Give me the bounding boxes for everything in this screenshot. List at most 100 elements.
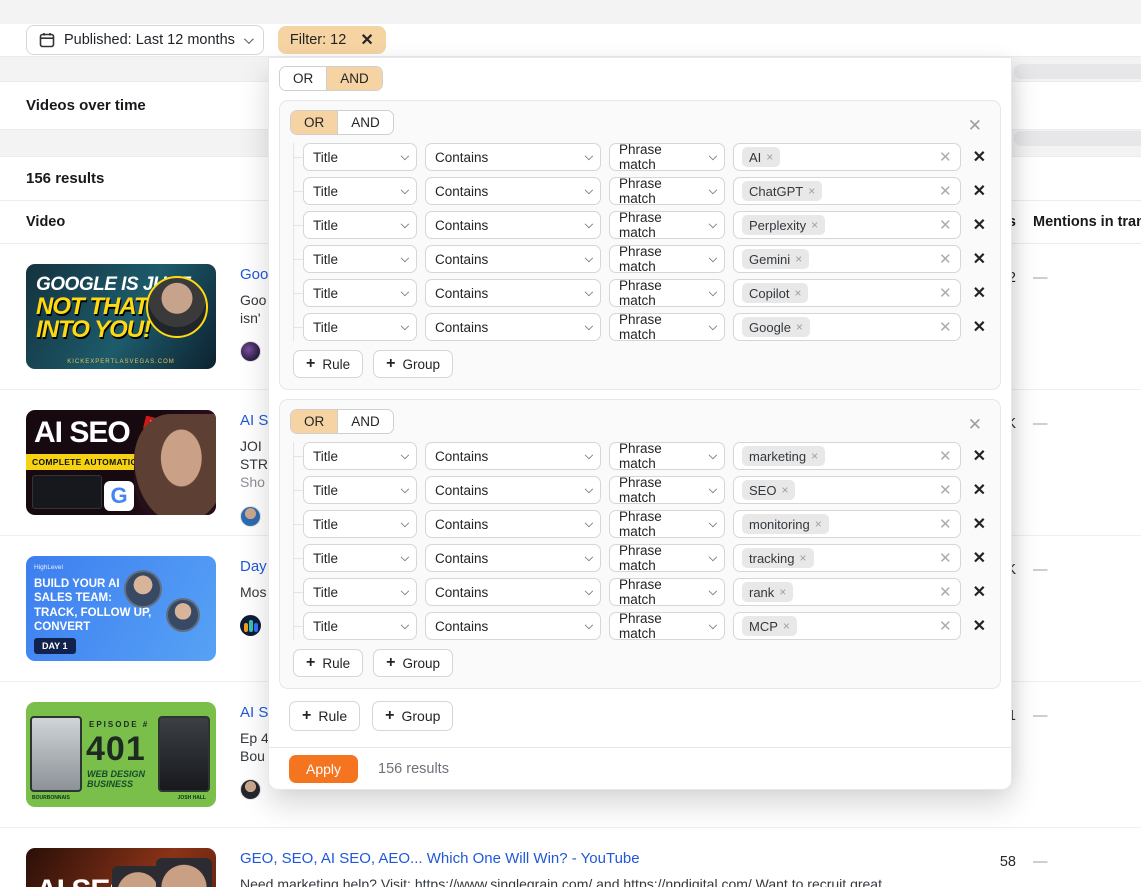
remove-tag-icon[interactable]: ×: [794, 286, 801, 300]
add-group-button[interactable]: +Group: [373, 350, 453, 378]
clear-input-icon[interactable]: ✕: [939, 583, 952, 601]
video-thumbnail[interactable]: HighLevel BUILD YOUR AI SALES TEAM: TRAC…: [26, 556, 216, 661]
field-select[interactable]: Title: [303, 245, 417, 273]
clear-input-icon[interactable]: ✕: [939, 250, 952, 268]
value-tag-input[interactable]: marketing× ✕: [733, 442, 961, 470]
clear-input-icon[interactable]: ✕: [939, 617, 952, 635]
field-select[interactable]: Title: [303, 578, 417, 606]
value-tag-input[interactable]: monitoring× ✕: [733, 510, 961, 538]
value-tag-input[interactable]: AI× ✕: [733, 143, 961, 171]
delete-rule-icon[interactable]: ✕: [969, 317, 990, 337]
video-thumbnail[interactable]: GOOGLE IS JUST NOT THAT INTO YOU! KICKEX…: [26, 264, 216, 369]
match-type-select[interactable]: Phrase match: [609, 245, 725, 273]
value-tag-input[interactable]: Google× ✕: [733, 313, 961, 341]
operator-select[interactable]: Contains: [425, 476, 601, 504]
add-rule-button[interactable]: + Rule: [289, 701, 360, 731]
delete-rule-icon[interactable]: ✕: [969, 249, 990, 269]
add-rule-button[interactable]: +Rule: [293, 350, 363, 378]
clear-input-icon[interactable]: ✕: [939, 549, 952, 567]
clear-input-icon[interactable]: ✕: [939, 481, 952, 499]
remove-tag-icon[interactable]: ×: [783, 619, 790, 633]
value-tag-input[interactable]: Copilot× ✕: [733, 279, 961, 307]
outer-and-toggle[interactable]: AND: [326, 67, 382, 90]
remove-tag-icon[interactable]: ×: [795, 252, 802, 266]
remove-tag-icon[interactable]: ×: [811, 218, 818, 232]
clear-input-icon[interactable]: ✕: [939, 447, 952, 465]
match-type-select[interactable]: Phrase match: [609, 476, 725, 504]
remove-tag-icon[interactable]: ×: [811, 449, 818, 463]
operator-select[interactable]: Contains: [425, 442, 601, 470]
filter-count-chip[interactable]: Filter: 12 ✕: [278, 26, 386, 54]
operator-select[interactable]: Contains: [425, 211, 601, 239]
operator-select[interactable]: Contains: [425, 578, 601, 606]
value-tag-input[interactable]: rank× ✕: [733, 578, 961, 606]
group-or-toggle[interactable]: OR: [291, 410, 337, 433]
field-select[interactable]: Title: [303, 211, 417, 239]
delete-rule-icon[interactable]: ✕: [969, 582, 990, 602]
video-title-link[interactable]: GEO, SEO, AI SEO, AEO... Which One Will …: [240, 850, 981, 867]
operator-select[interactable]: Contains: [425, 143, 601, 171]
operator-select[interactable]: Contains: [425, 612, 601, 640]
add-group-button[interactable]: +Group: [373, 649, 453, 677]
field-select[interactable]: Title: [303, 279, 417, 307]
delete-rule-icon[interactable]: ✕: [969, 480, 990, 500]
field-select[interactable]: Title: [303, 476, 417, 504]
remove-tag-icon[interactable]: ×: [766, 150, 773, 164]
delete-rule-icon[interactable]: ✕: [969, 446, 990, 466]
field-select[interactable]: Title: [303, 177, 417, 205]
field-select[interactable]: Title: [303, 143, 417, 171]
value-tag-input[interactable]: ChatGPT× ✕: [733, 177, 961, 205]
delete-rule-icon[interactable]: ✕: [969, 616, 990, 636]
remove-tag-icon[interactable]: ×: [808, 184, 815, 198]
delete-rule-icon[interactable]: ✕: [969, 215, 990, 235]
clear-input-icon[interactable]: ✕: [939, 148, 952, 166]
field-select[interactable]: Title: [303, 510, 417, 538]
match-type-select[interactable]: Phrase match: [609, 279, 725, 307]
remove-tag-icon[interactable]: ×: [779, 585, 786, 599]
delete-rule-icon[interactable]: ✕: [969, 548, 990, 568]
clear-input-icon[interactable]: ✕: [939, 216, 952, 234]
group-or-toggle[interactable]: OR: [291, 111, 337, 134]
delete-rule-icon[interactable]: ✕: [969, 283, 990, 303]
published-date-filter[interactable]: Published: Last 12 months: [26, 25, 264, 55]
video-thumbnail[interactable]: AI SEO IN 2025 COMPLETE AUTOMATION PLAYB…: [26, 410, 216, 515]
clear-filter-icon[interactable]: ✕: [360, 30, 373, 50]
field-select[interactable]: Title: [303, 313, 417, 341]
operator-select[interactable]: Contains: [425, 544, 601, 572]
delete-rule-icon[interactable]: ✕: [969, 514, 990, 534]
clear-input-icon[interactable]: ✕: [939, 182, 952, 200]
field-select[interactable]: Title: [303, 612, 417, 640]
match-type-select[interactable]: Phrase match: [609, 143, 725, 171]
group-and-toggle[interactable]: AND: [337, 111, 393, 134]
field-select[interactable]: Title: [303, 544, 417, 572]
match-type-select[interactable]: Phrase match: [609, 578, 725, 606]
value-tag-input[interactable]: tracking× ✕: [733, 544, 961, 572]
video-thumbnail[interactable]: EPISODE # 401 WEB DESIGNBUSINESS BOURBON…: [26, 702, 216, 807]
remove-group-icon[interactable]: ✕: [968, 117, 982, 134]
add-group-button[interactable]: + Group: [372, 701, 453, 731]
remove-group-icon[interactable]: ✕: [968, 416, 982, 433]
add-rule-button[interactable]: +Rule: [293, 649, 363, 677]
value-tag-input[interactable]: Gemini× ✕: [733, 245, 961, 273]
operator-select[interactable]: Contains: [425, 510, 601, 538]
match-type-select[interactable]: Phrase match: [609, 442, 725, 470]
operator-select[interactable]: Contains: [425, 279, 601, 307]
apply-button[interactable]: Apply: [289, 755, 358, 783]
outer-or-toggle[interactable]: OR: [280, 67, 326, 90]
remove-tag-icon[interactable]: ×: [796, 320, 803, 334]
value-tag-input[interactable]: MCP× ✕: [733, 612, 961, 640]
match-type-select[interactable]: Phrase match: [609, 544, 725, 572]
remove-tag-icon[interactable]: ×: [815, 517, 822, 531]
clear-input-icon[interactable]: ✕: [939, 515, 952, 533]
value-tag-input[interactable]: Perplexity× ✕: [733, 211, 961, 239]
remove-tag-icon[interactable]: ×: [781, 483, 788, 497]
remove-tag-icon[interactable]: ×: [800, 551, 807, 565]
match-type-select[interactable]: Phrase match: [609, 211, 725, 239]
match-type-select[interactable]: Phrase match: [609, 313, 725, 341]
operator-select[interactable]: Contains: [425, 313, 601, 341]
video-thumbnail[interactable]: AI SEO WHAT DO YOU CALL IT?: [26, 848, 216, 887]
group-and-toggle[interactable]: AND: [337, 410, 393, 433]
delete-rule-icon[interactable]: ✕: [969, 147, 990, 167]
operator-select[interactable]: Contains: [425, 245, 601, 273]
clear-input-icon[interactable]: ✕: [939, 284, 952, 302]
